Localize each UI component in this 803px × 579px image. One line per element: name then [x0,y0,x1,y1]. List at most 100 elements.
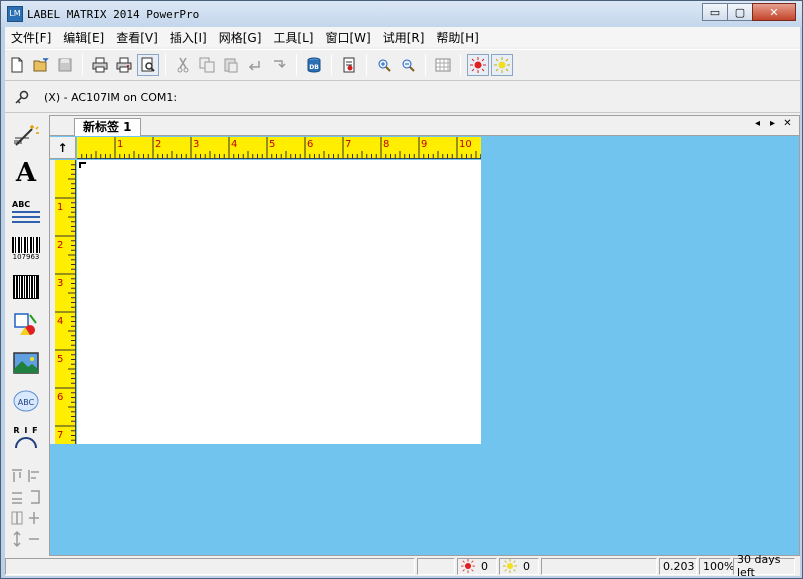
print-preview-icon [141,57,155,72]
barcode-tool[interactable]: 107963 [8,231,44,267]
yellow-status-light-icon [494,57,510,73]
yellow-status-light-icon [503,559,517,573]
toolbar-separator [165,54,166,76]
horizontal-ruler-ticks: 1 2 3 4 5 6 7 8 9 10 [81,137,481,159]
menu-window[interactable]: 窗口[W] [319,29,376,46]
scale-pane: 0.203 [659,557,697,575]
toolbar-separator [425,54,426,76]
window-controls: ▭ ▢ ✕ [702,3,796,21]
port-bar: (X) - AC107IM on COM1: [5,83,800,113]
rfid-tool[interactable]: R I F [8,421,44,457]
printer-icon [92,57,108,73]
text-tool[interactable]: A [8,155,44,191]
shape-tool[interactable] [8,307,44,343]
db-label: DB [309,64,319,71]
paragraph-tool[interactable]: ABC [8,193,44,229]
size-tool[interactable] [8,529,44,549]
menu-file[interactable]: 文件[F] [5,29,57,46]
menu-help[interactable]: 帮助[H] [430,29,484,46]
ruler-number: 3 [193,139,199,150]
picture-tool[interactable] [8,345,44,381]
toolbox-spacer [5,459,47,465]
client-area: 文件[F] 编辑[E] 查看[V] 插入[I] 网格[G] 工具[L] 窗口[W… [5,27,800,579]
menu-tools[interactable]: 工具[L] [267,29,319,46]
port-settings-button[interactable] [11,87,33,109]
distribute-icons [12,490,40,504]
undo-icon [248,61,260,71]
new-icon [11,57,23,73]
redo-button[interactable] [268,54,290,76]
menu-insert[interactable]: 插入[I] [164,29,213,46]
rfid-text-tool[interactable]: ABC [8,383,44,419]
paragraph-tool-label: ABC [12,199,31,209]
cut-button[interactable] [172,54,194,76]
wizard-tool[interactable] [8,117,44,153]
zoom-in-button[interactable] [373,54,395,76]
database-button[interactable]: DB [303,54,325,76]
new-document-button[interactable] [6,54,28,76]
tab-new-label-1[interactable]: 新标签 1 [74,118,141,136]
properties-button[interactable] [338,54,360,76]
red-status-light-icon [461,559,475,573]
vertical-ruler-ticks: 1 2 3 4 5 6 7 [55,164,76,441]
status-bar: 0 0 0.203 100% 30 days left [5,553,800,579]
title-bar[interactable]: LM LABEL MATRIX 2014 PowerPro ▭ ▢ ✕ [1,1,802,27]
ruler-number: 4 [231,139,237,150]
center-tool[interactable] [8,508,44,528]
ruler-number: 7 [57,430,63,441]
close-button[interactable]: ✕ [752,3,796,21]
ruler-number: 7 [345,139,351,150]
yellow-count-pane: 0 [499,557,539,575]
status-yellow-button[interactable] [491,54,513,76]
toolbar-separator [460,54,461,76]
pdf417-barcode-icon [13,275,39,299]
paste-button[interactable] [220,54,242,76]
app-logo-icon: LM [7,6,23,22]
menu-edit[interactable]: 编辑[E] [57,29,110,46]
align-top-tool[interactable] [8,466,44,486]
toolbar-separator [331,54,332,76]
open-button[interactable] [30,54,52,76]
menu-trial[interactable]: 试用[R] [377,29,431,46]
menu-view[interactable]: 查看[V] [110,29,164,46]
grid-icon [435,58,451,72]
tab-prev-button[interactable]: ◂ [750,118,765,129]
object-toolbox: A ABC 107963 ABC R I F [5,115,47,555]
window-title: LABEL MATRIX 2014 PowerPro [27,7,200,21]
toolbar-separator [366,54,367,76]
toolbar-separator [82,54,83,76]
label-canvas[interactable] [77,160,481,444]
ruler-number: 8 [383,139,389,150]
print-setup-button[interactable] [113,54,135,76]
barcode-icon: 107963 [12,237,40,261]
undo-button[interactable] [244,54,266,76]
ruler-corner-button[interactable]: ↑ [50,137,76,159]
horizontal-ruler: 1 2 3 4 5 6 7 8 9 10 [77,137,481,159]
print-button[interactable] [89,54,111,76]
shapes-icon [14,313,37,335]
size-icons [13,530,39,548]
main-toolbar: DB [5,49,800,81]
ruler-number: 4 [57,316,63,327]
ruler-number: 5 [57,354,63,365]
open-folder-icon [33,58,49,72]
save-button[interactable] [54,54,76,76]
tab-close-button[interactable]: ✕ [780,118,795,129]
ruler-number: 5 [269,139,275,150]
red-status-light-icon [470,57,486,73]
tab-next-button[interactable]: ▸ [765,118,780,129]
maximize-button[interactable]: ▢ [727,3,753,21]
grid-button[interactable] [432,54,454,76]
menu-grid[interactable]: 网格[G] [213,29,268,46]
align-middle-tool[interactable] [8,487,44,507]
print-preview-button[interactable] [137,54,159,76]
picture-icon [13,352,39,374]
minimize-button[interactable]: ▭ [702,3,728,21]
copy-button[interactable] [196,54,218,76]
document-window: 新标签 1 ◂ ▸ ✕ ↑ 1 2 3 4 5 6 7 8 9 10 1 2 3 4 5 6 7 [49,115,800,556]
ruler-number: 6 [57,392,63,403]
2d-barcode-tool[interactable] [8,269,44,305]
status-red-button[interactable] [467,54,489,76]
zoom-out-button[interactable] [397,54,419,76]
database-icon: DB [307,57,321,73]
